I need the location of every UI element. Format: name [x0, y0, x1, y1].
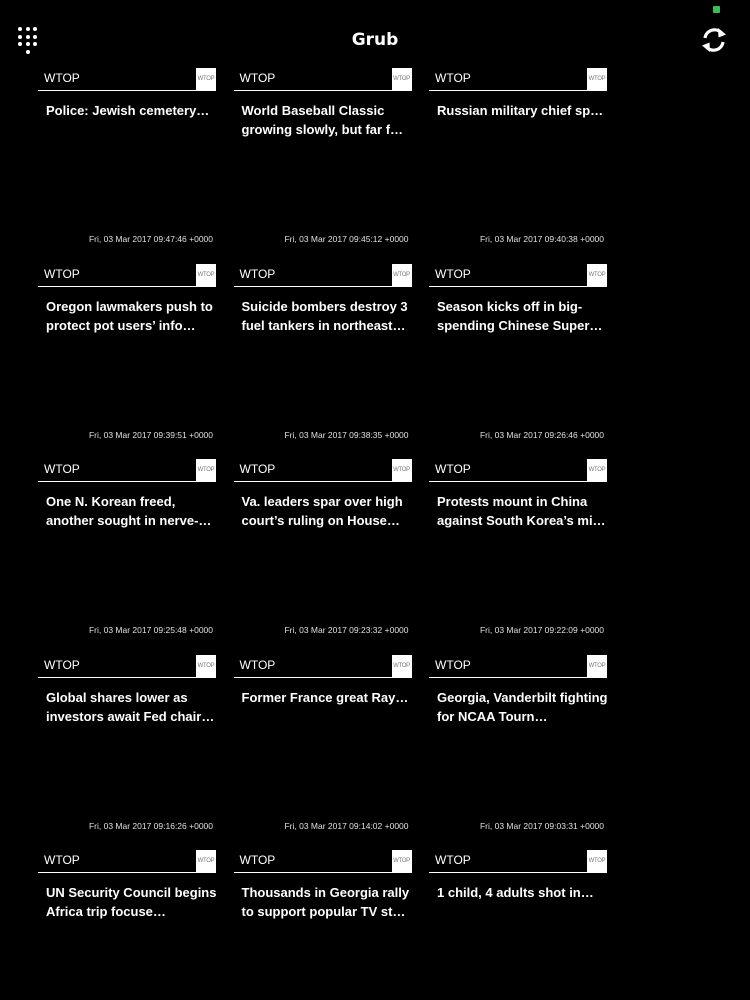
source-label: WTOP — [435, 853, 471, 867]
timestamp: Fri, 03 Mar 2017 09:23:32 +0000 — [284, 625, 409, 635]
news-card[interactable]: WTOP WTOP Protests mount in China against … — [429, 459, 607, 639]
card-header: WTOP WTOP — [233, 850, 412, 873]
card-header: WTOP WTOP — [38, 68, 216, 91]
card-header: WTOP WTOP — [429, 68, 607, 91]
app-title: Grub — [351, 30, 399, 50]
headline: Georgia, Vanderbilt fighting for NCAA To… — [437, 689, 608, 724]
source-logo: WTOP — [391, 263, 412, 286]
source-logo: WTOP — [391, 68, 412, 90]
source-logo: WTOP — [196, 263, 216, 286]
card-header: WTOP WTOP — [233, 459, 412, 482]
headline: Former France great Ray… — [241, 689, 409, 705]
card-header: WTOP WTOP — [429, 654, 607, 678]
source-label: WTOP — [239, 266, 276, 281]
source-logo: WTOP — [196, 68, 216, 90]
source-label: WTOP — [239, 853, 276, 867]
headline: Protests mount in China against South Ko… — [437, 494, 606, 528]
news-card[interactable]: WTOP WTOP Former France great Ray… Fri, 03 … — [233, 654, 412, 835]
headline: World Baseball Classic growing slowly, b… — [241, 103, 404, 137]
source-logo: WTOP — [391, 459, 412, 481]
timestamp: Fri, 03 Mar 2017 09:16:26 +0000 — [88, 820, 213, 831]
news-card[interactable]: WTOP WTOP Oregon lawmakers push to protect… — [38, 263, 216, 444]
source-label: WTOP — [435, 657, 471, 672]
news-card[interactable]: WTOP WTOP Russian military chief sp… Fri, 0… — [429, 68, 607, 248]
source-label: WTOP — [44, 462, 80, 476]
source-logo: WTOP — [196, 654, 216, 677]
headline: Season kicks off in big-spending Chinese… — [437, 298, 603, 333]
source-logo: WTOP — [196, 850, 216, 872]
timestamp: Fri, 03 Mar 2017 09:14:02 +0000 — [284, 820, 409, 831]
card-header: WTOP WTOP — [429, 459, 607, 482]
headline: Suicide bombers destroy 3 fuel tankers i… — [241, 298, 408, 333]
card-header: WTOP WTOP — [233, 654, 412, 678]
news-card[interactable]: WTOP WTOP Global shares lower as investors… — [38, 654, 216, 835]
timestamp: Fri, 03 Mar 2017 09:40:38 +0000 — [479, 234, 604, 244]
timestamp: Fri, 03 Mar 2017 09:26:46 +0000 — [479, 429, 604, 440]
source-label: WTOP — [435, 462, 471, 476]
refresh-icon[interactable] — [699, 25, 729, 55]
news-card[interactable]: WTOP WTOP UN Security Council begins Afric… — [38, 850, 216, 1000]
app-screen: Grub WTOP WTOP Police: Jewish cemetery… Fri… — [0, 0, 750, 1000]
source-logo: WTOP — [587, 850, 607, 872]
source-logo: WTOP — [587, 654, 607, 677]
timestamp: Fri, 03 Mar 2017 09:39:51 +0000 — [88, 429, 213, 440]
timestamp: Fri, 03 Mar 2017 09:03:31 +0000 — [479, 820, 604, 831]
source-label: WTOP — [44, 71, 80, 85]
timestamp: Fri, 03 Mar 2017 09:38:35 +0000 — [284, 429, 409, 440]
timestamp: Fri, 03 Mar 2017 09:47:46 +0000 — [88, 234, 213, 244]
news-card[interactable]: WTOP WTOP One N. Korean freed, another sou… — [38, 459, 216, 639]
source-logo: WTOP — [587, 459, 607, 481]
headline: One N. Korean freed, another sought in n… — [46, 494, 212, 528]
source-logo: WTOP — [391, 850, 412, 872]
status-indicator — [713, 6, 720, 13]
card-header: WTOP WTOP — [38, 850, 216, 873]
headline: Global shares lower as investors await F… — [46, 689, 215, 724]
news-card[interactable]: WTOP WTOP Va. leaders spar over high court… — [233, 459, 412, 639]
news-grid: WTOP WTOP Police: Jewish cemetery… Fri, 03 … — [38, 68, 607, 1000]
card-header: WTOP WTOP — [38, 263, 216, 287]
source-label: WTOP — [239, 462, 276, 476]
headline: 1 child, 4 adults shot in… — [437, 885, 594, 900]
headline: Oregon lawmakers push to protect pot use… — [46, 298, 213, 333]
source-logo: WTOP — [391, 654, 412, 677]
card-header: WTOP WTOP — [429, 263, 607, 287]
headline: UN Security Council begins Africa trip f… — [46, 885, 217, 919]
headline: Va. leaders spar over high court’s rulin… — [241, 494, 403, 528]
card-header: WTOP WTOP — [38, 654, 216, 678]
news-card[interactable]: WTOP WTOP Season kicks off in big-spending… — [429, 263, 607, 444]
source-label: WTOP — [239, 657, 276, 672]
card-header: WTOP WTOP — [233, 263, 412, 287]
news-card[interactable]: WTOP WTOP Georgia, Vanderbilt fighting for… — [429, 654, 608, 835]
headline: Police: Jewish cemetery… — [46, 103, 210, 118]
news-card[interactable]: WTOP WTOP 1 child, 4 adults shot in… — [429, 850, 607, 1000]
source-label: WTOP — [44, 266, 80, 281]
news-card[interactable]: WTOP WTOP Police: Jewish cemetery… Fri, 03 … — [38, 68, 216, 248]
news-card[interactable]: WTOP WTOP Thousands in Georgia rally to su… — [233, 850, 412, 1000]
headline: Russian military chief sp… — [437, 103, 604, 118]
timestamp: Fri, 03 Mar 2017 09:22:09 +0000 — [479, 625, 604, 635]
source-label: WTOP — [44, 657, 80, 672]
card-header: WTOP WTOP — [429, 850, 607, 873]
source-label: WTOP — [435, 266, 471, 281]
card-header: WTOP WTOP — [38, 459, 216, 482]
headline: Thousands in Georgia rally to support po… — [241, 885, 410, 919]
timestamp: Fri, 03 Mar 2017 09:25:48 +0000 — [88, 625, 213, 635]
news-card[interactable]: WTOP WTOP World Baseball Classic growing s… — [233, 68, 412, 248]
source-logo: WTOP — [196, 459, 216, 481]
source-label: WTOP — [435, 71, 471, 85]
timestamp: Fri, 03 Mar 2017 09:45:12 +0000 — [284, 234, 409, 244]
source-logo: WTOP — [587, 68, 607, 90]
source-label: WTOP — [44, 853, 80, 867]
source-logo: WTOP — [587, 263, 607, 286]
news-card[interactable]: WTOP WTOP Suicide bombers destroy 3 fuel t… — [233, 263, 412, 444]
source-label: WTOP — [239, 71, 276, 85]
card-header: WTOP WTOP — [233, 68, 412, 91]
